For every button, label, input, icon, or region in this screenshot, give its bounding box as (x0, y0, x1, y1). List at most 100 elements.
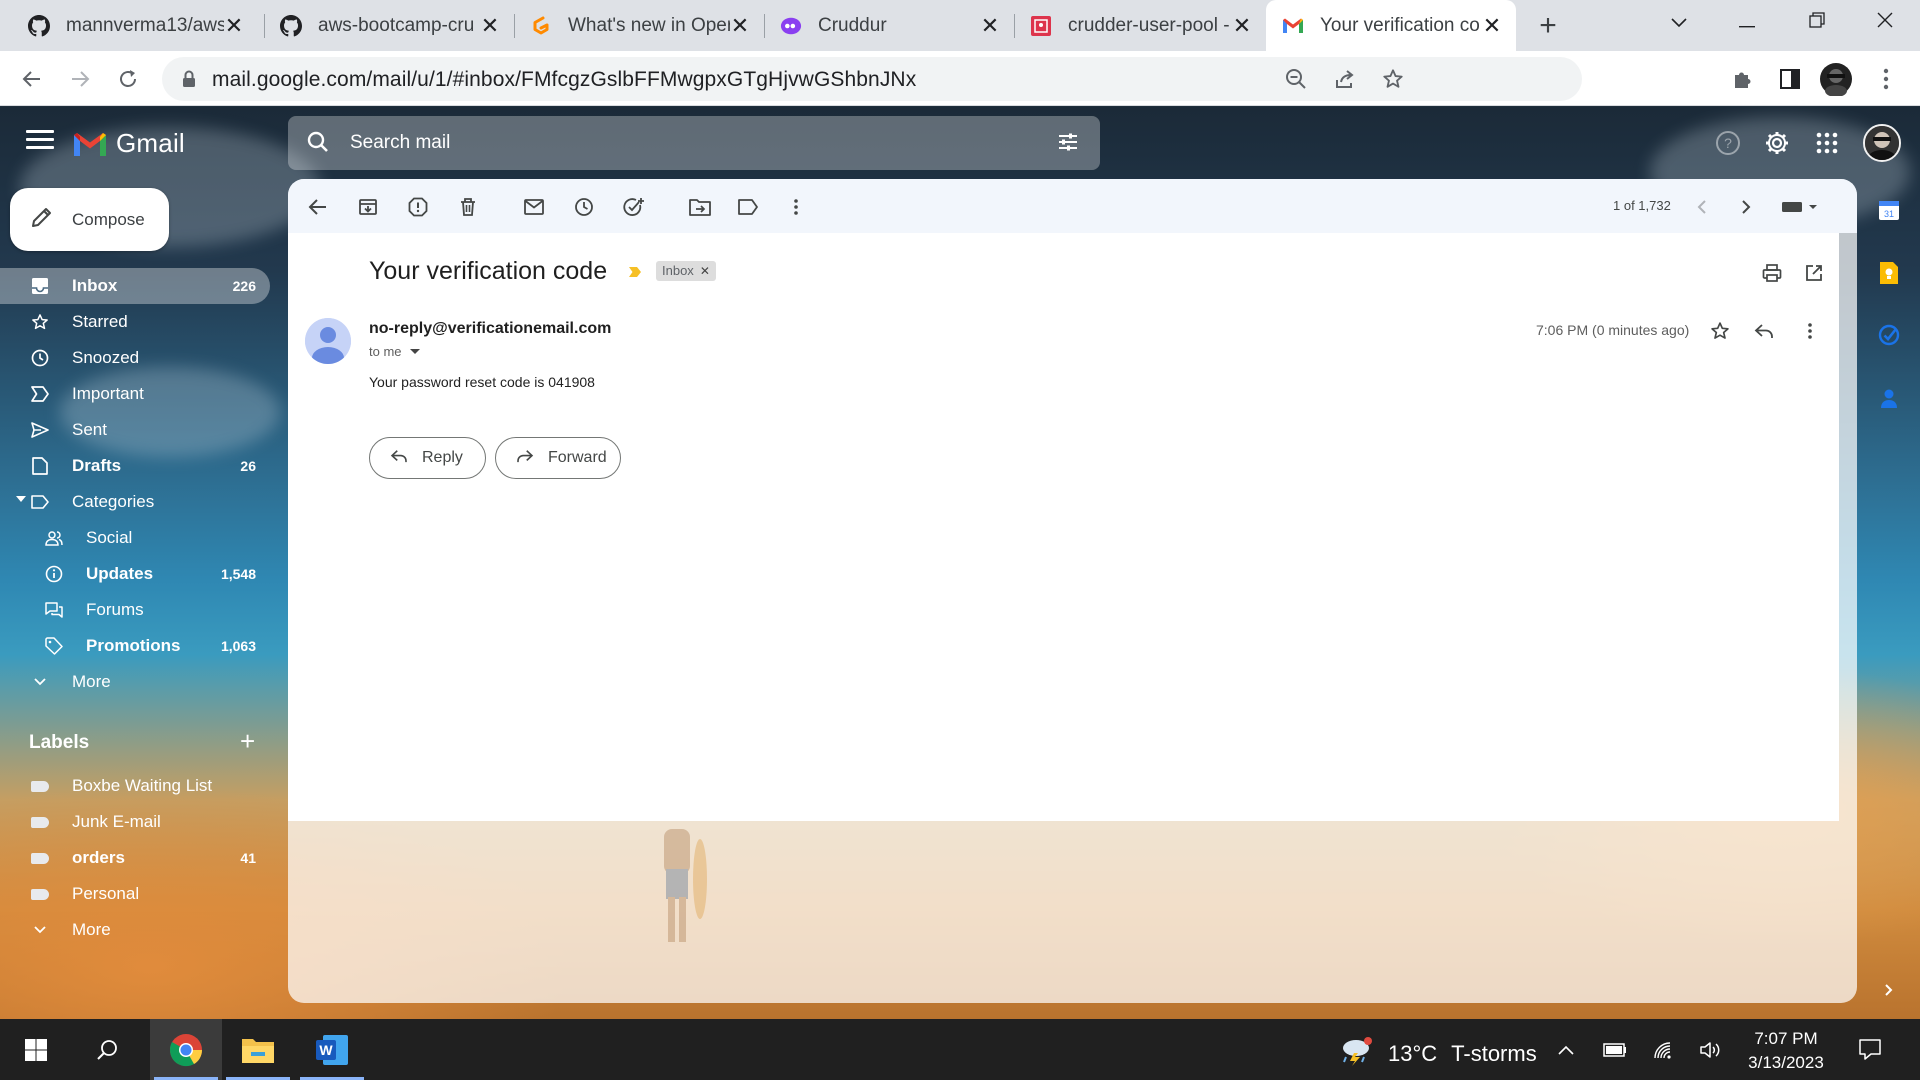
notification-center-icon[interactable] (1857, 1036, 1883, 1062)
show-hidden-icons-chevron-icon[interactable] (1553, 1037, 1579, 1063)
chrome-menu-icon[interactable] (1868, 61, 1904, 97)
zoom-icon[interactable] (1283, 66, 1309, 92)
help-icon[interactable]: ? (1713, 128, 1743, 158)
close-icon[interactable]: ✕ (480, 13, 500, 39)
nav-item-drafts[interactable]: Drafts 26 (0, 448, 270, 484)
chrome-taskbar-button[interactable] (150, 1019, 222, 1080)
side-panel-icon[interactable] (1772, 61, 1808, 97)
share-icon[interactable] (1332, 66, 1358, 92)
remove-label-icon[interactable]: ✕ (700, 261, 710, 281)
tab-cognito-user-pool[interactable]: crudder-user-pool - ✕ (1014, 0, 1266, 51)
important-marker-icon[interactable] (628, 265, 642, 279)
gmail-logo[interactable]: Gmail (72, 128, 185, 159)
label-item-junk[interactable]: Junk E-mail (0, 804, 270, 840)
add-label-icon[interactable]: + (240, 728, 255, 754)
search-input[interactable] (350, 128, 1000, 158)
start-button[interactable] (0, 1019, 72, 1080)
keep-icon[interactable] (1876, 260, 1902, 286)
labels-more[interactable]: More (0, 912, 270, 948)
tasks-icon[interactable] (1876, 322, 1902, 348)
nav-item-important[interactable]: Important (0, 376, 270, 412)
close-window-button[interactable] (1850, 0, 1920, 44)
nav-item-more[interactable]: More (0, 664, 270, 700)
sender-avatar[interactable] (305, 318, 351, 364)
account-avatar[interactable] (1863, 124, 1901, 162)
main-menu-icon[interactable] (26, 130, 54, 154)
volume-icon[interactable] (1698, 1037, 1724, 1063)
battery-icon[interactable] (1602, 1037, 1628, 1063)
show-side-panel-chevron-icon[interactable] (1876, 977, 1902, 1003)
inbox-label-chip[interactable]: Inbox ✕ (656, 261, 716, 281)
reload-button[interactable] (110, 61, 146, 97)
close-icon[interactable]: ✕ (1232, 13, 1252, 39)
search-bar[interactable] (288, 116, 1100, 170)
tab-github-bootcamp[interactable]: aws-bootcamp-cru ✕ (264, 0, 514, 51)
lock-icon[interactable] (182, 70, 196, 93)
nav-item-inbox[interactable]: Inbox 226 (0, 268, 270, 304)
search-icon[interactable] (306, 130, 330, 159)
search-options-icon[interactable] (1056, 130, 1080, 159)
report-spam-icon[interactable] (404, 193, 432, 221)
print-icon[interactable] (1758, 259, 1786, 287)
contacts-icon[interactable] (1876, 386, 1902, 412)
expand-caret-icon[interactable] (16, 496, 26, 502)
nav-item-sent[interactable]: Sent (0, 412, 270, 448)
compose-button[interactable]: Compose (10, 188, 169, 251)
newer-chevron-icon[interactable] (1688, 193, 1716, 221)
search-button[interactable] (72, 1019, 144, 1080)
sender-address[interactable]: no-reply@verificationemail.com (369, 320, 611, 338)
tab-search-chevron-icon[interactable] (1644, 0, 1714, 44)
minimize-button[interactable] (1712, 0, 1782, 44)
settings-gear-icon[interactable] (1762, 128, 1792, 158)
apps-grid-icon[interactable] (1812, 128, 1842, 158)
input-tools-icon[interactable] (1776, 193, 1826, 221)
nav-item-updates[interactable]: Updates 1,548 (0, 556, 270, 592)
label-item-orders[interactable]: orders 41 (0, 840, 270, 876)
nav-item-social[interactable]: Social (0, 520, 270, 556)
close-icon[interactable]: ✕ (980, 13, 1000, 39)
file-explorer-taskbar-button[interactable] (222, 1019, 294, 1080)
forward-button[interactable]: Forward (495, 437, 621, 479)
nav-item-promotions[interactable]: Promotions 1,063 (0, 628, 270, 664)
label-as-icon[interactable] (734, 193, 762, 221)
back-button[interactable] (14, 61, 50, 97)
extensions-icon[interactable] (1724, 61, 1760, 97)
close-icon[interactable]: ✕ (730, 13, 750, 39)
label-item-personal[interactable]: Personal (0, 876, 270, 912)
tab-cruddur[interactable]: Cruddur ✕ (764, 0, 1014, 51)
calendar-icon[interactable]: 31 (1876, 197, 1902, 223)
message-more-icon[interactable] (1796, 317, 1824, 345)
nav-item-forums[interactable]: Forums (0, 592, 270, 628)
back-to-inbox-icon[interactable] (304, 193, 332, 221)
bookmark-star-icon[interactable] (1380, 66, 1406, 92)
system-clock[interactable]: 7:07 PM 3/13/2023 (1738, 1027, 1834, 1075)
add-to-tasks-icon[interactable] (620, 193, 648, 221)
label-item-boxbe[interactable]: Boxbe Waiting List (0, 768, 270, 804)
close-icon[interactable]: ✕ (1482, 13, 1502, 39)
new-tab-button[interactable]: + (1536, 8, 1560, 44)
star-message-icon[interactable] (1706, 317, 1734, 345)
profile-avatar[interactable] (1818, 61, 1854, 97)
tab-gmail-verification[interactable]: Your verification co ✕ (1266, 0, 1516, 51)
mark-unread-icon[interactable] (520, 193, 548, 221)
close-icon[interactable]: ✕ (224, 13, 244, 39)
older-chevron-icon[interactable] (1732, 193, 1760, 221)
delete-icon[interactable] (454, 193, 482, 221)
address-bar[interactable]: mail.google.com/mail/u/1/#inbox/FMfcgzGs… (162, 57, 1582, 101)
archive-icon[interactable] (354, 193, 382, 221)
forward-button[interactable] (62, 61, 98, 97)
more-options-icon[interactable] (782, 193, 810, 221)
tab-github-repo[interactable]: mannverma13/aws- ✕ (12, 0, 258, 51)
reply-button[interactable]: Reply (369, 437, 486, 479)
recipients-toggle[interactable]: to me (369, 344, 420, 359)
nav-item-starred[interactable]: Starred (0, 304, 270, 340)
reply-icon[interactable] (1750, 317, 1778, 345)
word-taskbar-button[interactable]: W (296, 1019, 368, 1080)
move-to-icon[interactable] (686, 193, 714, 221)
nav-item-snoozed[interactable]: Snoozed (0, 340, 270, 376)
weather-widget[interactable]: 13°C T-storms (1338, 1035, 1537, 1073)
nav-item-categories[interactable]: Categories (0, 484, 270, 520)
open-new-window-icon[interactable] (1800, 259, 1828, 287)
snooze-icon[interactable] (570, 193, 598, 221)
restore-button[interactable] (1782, 0, 1852, 44)
